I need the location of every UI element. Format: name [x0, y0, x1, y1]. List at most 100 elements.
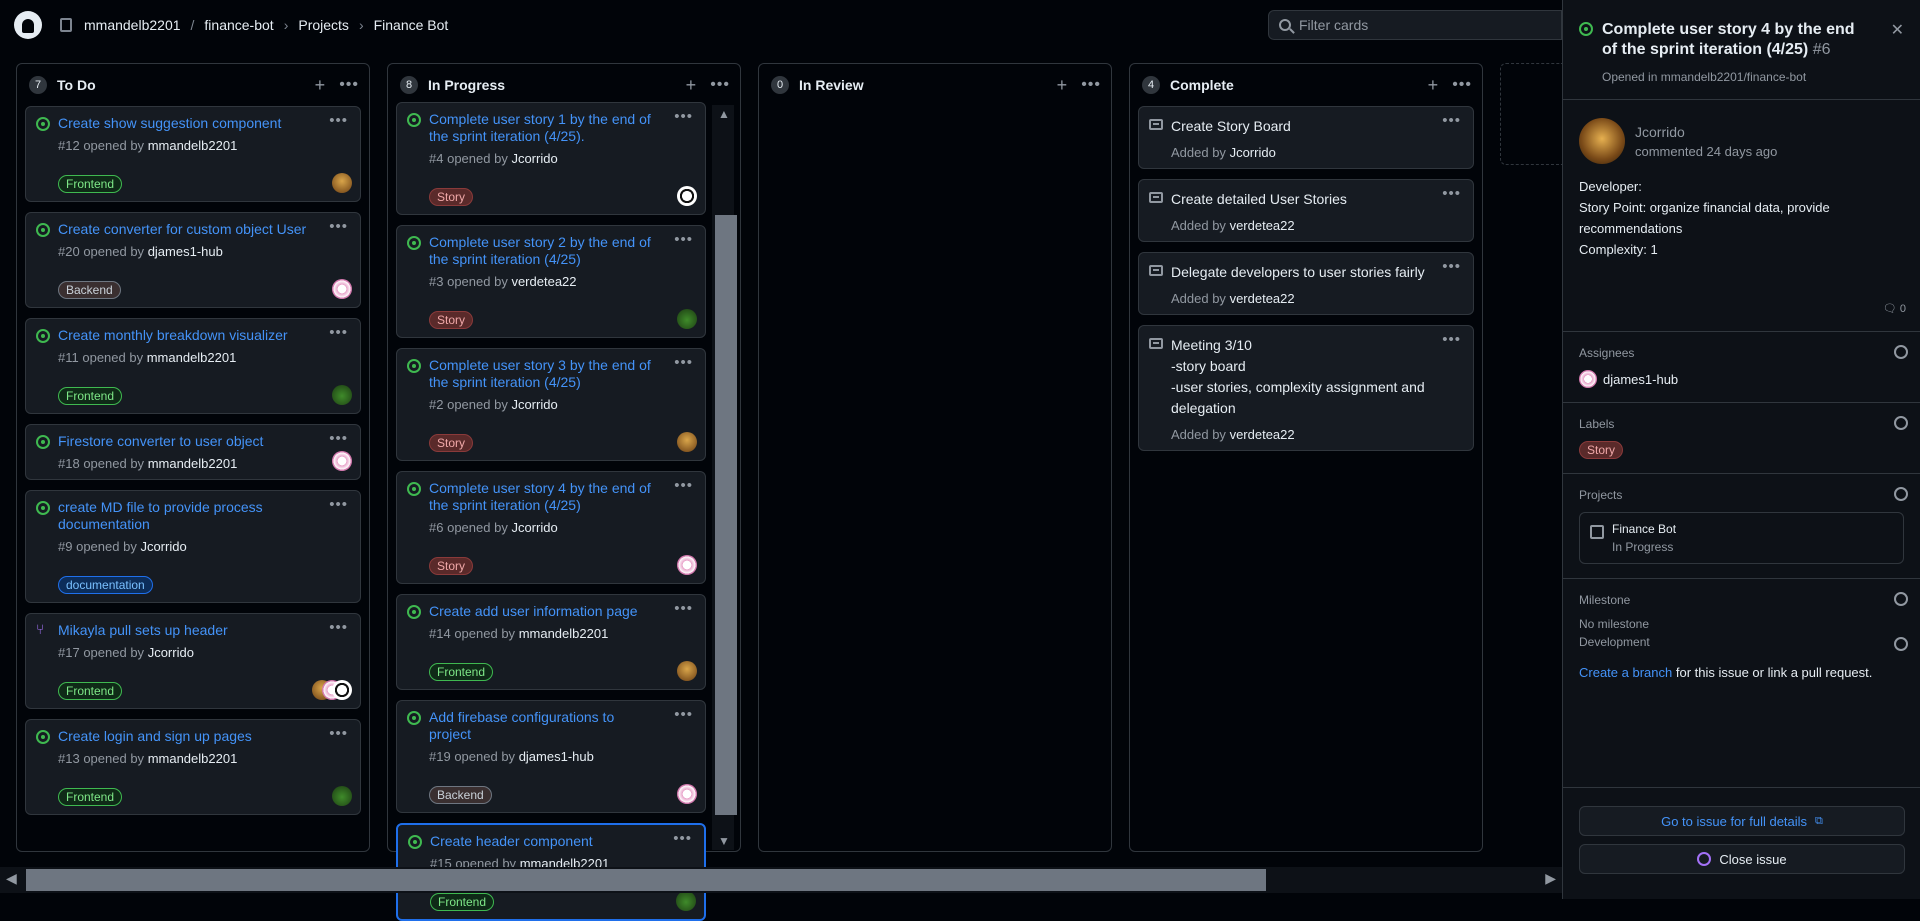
create-branch-link[interactable]: Create a branch	[1579, 665, 1672, 680]
add-card-icon[interactable]: +	[1428, 75, 1439, 96]
breadcrumb-owner[interactable]: mmandelb2201	[84, 17, 181, 33]
github-logo-icon[interactable]	[14, 11, 42, 39]
close-panel-icon[interactable]: ✕	[1891, 20, 1904, 40]
issue-card-title[interactable]: Create show suggestion component	[58, 115, 350, 132]
issue-card-title[interactable]: Add firebase configurations to project	[429, 709, 695, 743]
issue-card-title[interactable]: Create converter for custom object User	[58, 221, 350, 238]
issue-author[interactable]: mmandelb2201	[519, 626, 609, 641]
issue-card-title[interactable]: Complete user story 3 by the end of the …	[429, 357, 695, 391]
issue-label[interactable]: Frontend	[58, 682, 123, 700]
commenter-name[interactable]: Jcorrido	[1635, 124, 1777, 140]
assignee-avatar[interactable]	[332, 680, 352, 700]
card-menu-icon[interactable]: •••	[674, 477, 693, 494]
scroll-down-icon[interactable]: ▼	[718, 834, 730, 848]
card-menu-icon[interactable]: •••	[674, 108, 693, 125]
add-card-icon[interactable]: +	[315, 75, 326, 96]
issue-card-title[interactable]: Complete user story 2 by the end of the …	[429, 234, 695, 268]
issue-card-title[interactable]: Mikayla pull sets up header	[58, 622, 350, 639]
labels-gear-icon[interactable]	[1894, 416, 1908, 430]
projects-gear-icon[interactable]	[1894, 487, 1908, 501]
card-menu-icon[interactable]: •••	[1442, 112, 1461, 129]
breadcrumb-projects[interactable]: Projects	[298, 17, 349, 33]
issue-card[interactable]: Complete user story 3 by the end of the …	[396, 348, 706, 461]
note-author[interactable]: Jcorrido	[1230, 145, 1276, 160]
card-menu-icon[interactable]: •••	[1442, 258, 1461, 275]
card-menu-icon[interactable]: •••	[329, 496, 348, 513]
issue-author[interactable]: djames1-hub	[519, 749, 594, 764]
assignee-avatar[interactable]	[677, 432, 697, 452]
commenter-avatar[interactable]	[1579, 118, 1625, 164]
issue-card[interactable]: Create login and sign up pages #13 opened…	[25, 719, 361, 815]
assignees-gear-icon[interactable]	[1894, 345, 1908, 359]
note-author[interactable]: verdetea22	[1230, 218, 1295, 233]
issue-author[interactable]: mmandelb2201	[147, 350, 237, 365]
issue-card[interactable]: Firestore converter to user object #18 op…	[25, 424, 361, 480]
note-card[interactable]: Meeting 3/10 -story board -user stories,…	[1138, 325, 1474, 451]
note-author[interactable]: verdetea22	[1230, 291, 1295, 306]
card-menu-icon[interactable]: •••	[329, 725, 348, 742]
horizontal-scrollbar-thumb[interactable]	[26, 869, 1266, 891]
scroll-right-icon[interactable]: ▶	[1545, 870, 1556, 887]
card-menu-icon[interactable]: •••	[674, 706, 693, 723]
add-card-icon[interactable]: +	[686, 75, 697, 96]
issue-card-title[interactable]: Create add user information page	[429, 603, 695, 620]
opened-in-repo[interactable]: mmandelb2201/finance-bot	[1661, 70, 1806, 84]
issue-label[interactable]: Frontend	[429, 663, 494, 681]
assignee-avatar[interactable]	[332, 173, 352, 193]
issue-label[interactable]: Frontend	[430, 893, 495, 911]
issue-author[interactable]: Jcorrido	[511, 520, 557, 535]
issue-card[interactable]: Create converter for custom object User #…	[25, 212, 361, 308]
issue-card[interactable]: Create monthly breakdown visualizer #11 o…	[25, 318, 361, 414]
issue-label[interactable]: Backend	[429, 786, 492, 804]
note-card[interactable]: Delegate developers to user stories fair…	[1138, 252, 1474, 315]
development-gear-icon[interactable]	[1894, 637, 1908, 651]
assignee-avatar[interactable]	[677, 784, 697, 804]
milestone-gear-icon[interactable]	[1894, 592, 1908, 606]
scroll-left-icon[interactable]: ◀	[6, 870, 17, 887]
issue-label[interactable]: Story	[429, 557, 474, 575]
note-card[interactable]: Create Story Board Added by Jcorrido •••	[1138, 106, 1474, 169]
column-menu-icon[interactable]: •••	[1452, 76, 1472, 94]
assignee-avatar[interactable]	[332, 786, 352, 806]
issue-card[interactable]: create MD file to provide process docume…	[25, 490, 361, 603]
note-card[interactable]: Create detailed User Stories Added by ver…	[1138, 179, 1474, 242]
issue-author[interactable]: mmandelb2201	[148, 138, 238, 153]
assignee-avatar[interactable]	[677, 661, 697, 681]
issue-author[interactable]: Jcorrido	[148, 645, 194, 660]
issue-author[interactable]: Jcorrido	[511, 397, 557, 412]
assignee-avatar[interactable]	[332, 385, 352, 405]
issue-card-title[interactable]: Create header component	[430, 833, 694, 850]
assignee-avatar[interactable]	[677, 555, 697, 575]
issue-card[interactable]: Add firebase configurations to project #1…	[396, 700, 706, 813]
issue-card[interactable]: Create show suggestion component #12 open…	[25, 106, 361, 202]
issue-label[interactable]: Backend	[58, 281, 121, 299]
breadcrumb-repo[interactable]: finance-bot	[204, 17, 273, 33]
issue-card[interactable]: Create add user information page #14 open…	[396, 594, 706, 690]
go-to-issue-button[interactable]: Go to issue for full details ⧉	[1579, 806, 1905, 836]
card-menu-icon[interactable]: •••	[1442, 331, 1461, 348]
card-menu-icon[interactable]: •••	[329, 619, 348, 636]
issue-label[interactable]: documentation	[58, 576, 153, 594]
assignee-avatar[interactable]	[677, 309, 697, 329]
card-menu-icon[interactable]: •••	[674, 231, 693, 248]
note-author[interactable]: verdetea22	[1230, 427, 1295, 442]
issue-label[interactable]: Story	[429, 434, 474, 452]
issue-card-title[interactable]: Create monthly breakdown visualizer	[58, 327, 350, 344]
card-menu-icon[interactable]: •••	[329, 430, 348, 447]
filter-cards-input[interactable]	[1299, 17, 1539, 33]
project-card[interactable]: Finance Bot In Progress	[1579, 512, 1904, 564]
assignee-avatar[interactable]	[332, 451, 352, 471]
column-menu-icon[interactable]: •••	[710, 76, 730, 94]
issue-author[interactable]: verdetea22	[511, 274, 576, 289]
issue-label[interactable]: Frontend	[58, 387, 123, 405]
card-menu-icon[interactable]: •••	[329, 218, 348, 235]
issue-card-title[interactable]: Complete user story 1 by the end of the …	[429, 111, 695, 145]
assignee-avatar[interactable]	[677, 186, 697, 206]
card-menu-icon[interactable]: •••	[673, 830, 692, 847]
issue-card-title[interactable]: create MD file to provide process docume…	[58, 499, 350, 533]
column-menu-icon[interactable]: •••	[1081, 76, 1101, 94]
issue-author[interactable]: Jcorrido	[140, 539, 186, 554]
issue-card[interactable]: Complete user story 2 by the end of the …	[396, 225, 706, 338]
issue-card[interactable]: Mikayla pull sets up header #17 opened by…	[25, 613, 361, 709]
add-card-icon[interactable]: +	[1057, 75, 1068, 96]
